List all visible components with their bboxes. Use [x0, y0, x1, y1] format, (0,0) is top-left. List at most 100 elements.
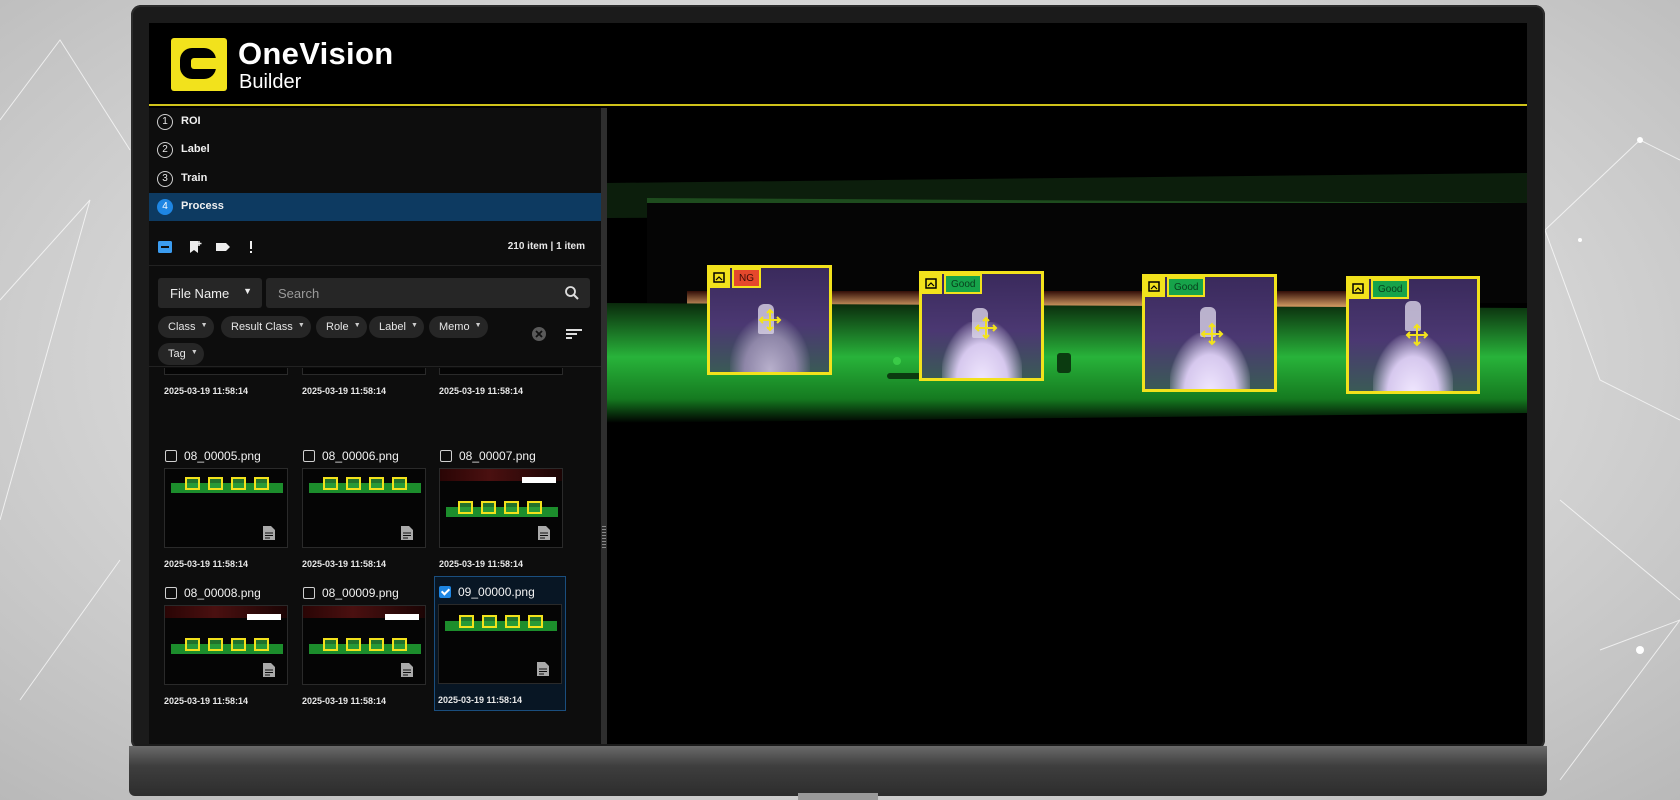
- chip-label: Memo: [439, 321, 470, 333]
- gallery-card[interactable]: 08_00008.png 2025-03-19 11:58:14: [161, 578, 293, 713]
- image-gallery: 2025-03-19 11:58:14 2025-03-19 11:58:14 …: [149, 368, 601, 744]
- step-number: 1: [157, 114, 173, 130]
- step-number: 4: [157, 199, 173, 215]
- chip-label: Result Class: [231, 321, 293, 333]
- more-icon[interactable]: [243, 240, 259, 254]
- filter-field-select[interactable]: File Name ▼: [158, 278, 262, 308]
- step-label: ROI: [181, 115, 201, 127]
- detection-box-good[interactable]: Good: [1142, 274, 1277, 392]
- detection-box-ng[interactable]: NG: [707, 265, 832, 375]
- app-title: OneVision: [238, 36, 394, 71]
- filter-chip-tag[interactable]: Tag ▼: [158, 343, 204, 365]
- image-date: 2025-03-19 11:58:14: [439, 386, 524, 396]
- chip-label: Tag: [168, 348, 186, 360]
- select-checkbox[interactable]: [440, 450, 452, 462]
- chevron-down-icon: ▼: [297, 322, 305, 329]
- step-train[interactable]: 3 Train: [149, 165, 601, 193]
- file-name: 08_00007.png: [459, 449, 536, 463]
- chevron-down-icon: ▼: [190, 349, 198, 356]
- select-checkbox[interactable]: [303, 587, 315, 599]
- image-tag-icon: [922, 274, 942, 294]
- left-panel: 1 ROI 2 Label 3 Train 4 Process 210 item…: [149, 108, 601, 744]
- gallery-card[interactable]: 2025-03-19 11:58:14: [299, 368, 431, 403]
- filter-chip-result-class[interactable]: Result Class ▼: [221, 316, 311, 338]
- file-name: 08_00005.png: [184, 449, 261, 463]
- image-thumbnail: [439, 368, 563, 375]
- gallery-card[interactable]: 08_00006.png 2025-03-19 11:58:14: [299, 441, 431, 576]
- image-date: 2025-03-19 11:58:14: [164, 559, 249, 569]
- step-roi[interactable]: 1 ROI: [149, 108, 601, 136]
- gallery-card[interactable]: 08_00005.png 2025-03-19 11:58:14: [161, 441, 293, 576]
- center-crosshair-icon[interactable]: [1200, 322, 1224, 346]
- filter-chip-role[interactable]: Role ▼: [316, 316, 367, 338]
- gallery-card[interactable]: 2025-03-19 11:58:14: [436, 368, 568, 403]
- gallery-card[interactable]: 08_00007.png 2025-03-19 11:58:14: [436, 441, 568, 576]
- image-thumbnail: [438, 604, 562, 684]
- image-thumbnail: [302, 368, 426, 375]
- result-badge-good: Good: [1167, 277, 1206, 297]
- filter-field-label: File Name: [170, 286, 230, 301]
- step-label: Train: [181, 172, 208, 184]
- clear-filter-icon[interactable]: [531, 326, 547, 342]
- chevron-down-icon: ▼: [200, 322, 208, 329]
- select-checkbox[interactable]: [165, 450, 177, 462]
- detection-box-good[interactable]: Good: [1346, 276, 1480, 394]
- monitor-stand: [798, 793, 878, 800]
- select-checkbox[interactable]: [303, 450, 315, 462]
- result-badge-good: Good: [944, 274, 983, 294]
- chevron-down-icon: ▼: [410, 322, 418, 329]
- file-name: 08_00006.png: [322, 449, 399, 463]
- result-badge-good: Good: [1371, 279, 1410, 299]
- center-crosshair-icon[interactable]: [758, 308, 782, 332]
- document-icon: [537, 662, 549, 676]
- search-icon[interactable]: [564, 285, 580, 301]
- file-name: 08_00008.png: [184, 586, 261, 600]
- select-all-icon[interactable]: [157, 240, 173, 254]
- image-date: 2025-03-19 11:58:14: [302, 696, 387, 706]
- gallery-card[interactable]: 08_00009.png 2025-03-19 11:58:14: [299, 578, 431, 713]
- image-date: 2025-03-19 11:58:14: [302, 559, 387, 569]
- result-badge-ng: NG: [732, 268, 761, 288]
- select-checkbox[interactable]: [165, 587, 177, 599]
- bookmark-add-icon[interactable]: [187, 240, 203, 254]
- chevron-down-icon: ▼: [353, 322, 361, 329]
- filter-chip-label[interactable]: Label ▼: [369, 316, 424, 338]
- image-date: 2025-03-19 11:58:14: [438, 695, 523, 705]
- item-count: 210 item | 1 item: [507, 241, 585, 252]
- filter-chip-class[interactable]: Class ▼: [158, 316, 214, 338]
- monitor: OneVision Builder 1 ROI 2 Label 3 Train …: [129, 5, 1547, 800]
- label-tag-icon[interactable]: [215, 240, 231, 254]
- step-process[interactable]: 4 Process: [149, 193, 601, 221]
- chip-label: Label: [379, 321, 406, 333]
- center-crosshair-icon[interactable]: [974, 316, 998, 340]
- document-icon: [401, 526, 413, 540]
- sort-icon[interactable]: [566, 327, 582, 341]
- image-thumbnail: [302, 605, 426, 685]
- app-screen: OneVision Builder 1 ROI 2 Label 3 Train …: [149, 23, 1527, 744]
- document-icon: [263, 663, 275, 677]
- monitor-chin: [129, 746, 1547, 796]
- gallery-card[interactable]: 2025-03-19 11:58:14: [161, 368, 293, 403]
- document-icon: [401, 663, 413, 677]
- step-label[interactable]: 2 Label: [149, 136, 601, 164]
- image-date: 2025-03-19 11:58:14: [164, 386, 249, 396]
- select-checkbox[interactable]: [439, 586, 451, 598]
- search-input[interactable]: [266, 278, 556, 308]
- center-crosshair-icon[interactable]: [1405, 323, 1429, 347]
- detection-box-good[interactable]: Good: [919, 271, 1044, 381]
- app-logo: [171, 38, 227, 91]
- chevron-down-icon: ▼: [474, 322, 482, 329]
- image-tag-icon: [1145, 277, 1165, 297]
- image-thumbnail: [439, 468, 563, 548]
- gallery-card-selected[interactable]: 09_00000.png 2025-03-19 11:58:14: [434, 576, 566, 711]
- image-viewer[interactable]: NG Good Good Good: [607, 108, 1527, 744]
- app-header: OneVision Builder: [149, 23, 1527, 106]
- image-date: 2025-03-19 11:58:14: [164, 696, 249, 706]
- step-number: 2: [157, 142, 173, 158]
- image-thumbnail: [164, 468, 288, 548]
- image-thumbnail: [164, 368, 288, 375]
- search-box: [266, 278, 590, 308]
- filter-chip-memo[interactable]: Memo ▼: [429, 316, 488, 338]
- step-label: Process: [181, 200, 224, 212]
- step-label: Label: [181, 143, 210, 155]
